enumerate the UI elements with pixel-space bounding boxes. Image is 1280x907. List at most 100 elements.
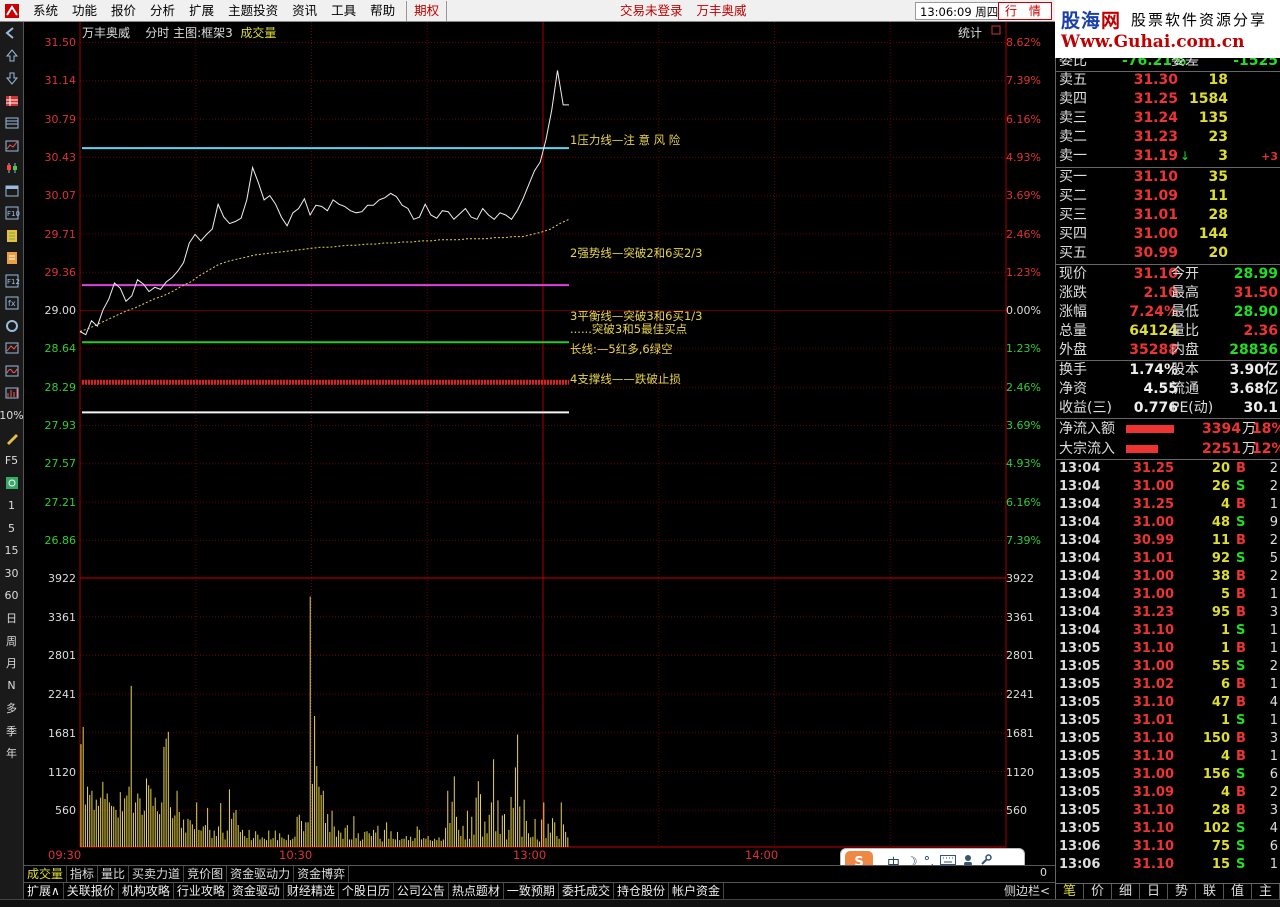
left-label-2[interactable]: 1: [0, 495, 23, 518]
left-label-4[interactable]: 15: [0, 540, 23, 563]
app-logo-icon[interactable]: [2, 1, 22, 21]
extension-tab[interactable]: 公司公告: [394, 883, 449, 899]
menu-futures[interactable]: 期权: [406, 0, 448, 21]
panel-tab[interactable]: 细: [1112, 884, 1140, 899]
panel-tab[interactable]: 主: [1252, 884, 1280, 899]
extension-tab[interactable]: 个股日历: [339, 883, 394, 899]
volume-tick-label: 2241: [48, 688, 76, 702]
price-tick-label: 31.50: [44, 36, 77, 49]
menu-extend[interactable]: 扩展: [182, 1, 221, 21]
left-label-11[interactable]: 多: [0, 697, 23, 720]
tick-row: 13:05 31.00 156 S 6: [1059, 767, 1278, 782]
extension-tab[interactable]: 热点题材: [449, 883, 504, 899]
pct-tick-label: 3.69%: [1006, 189, 1041, 203]
bid-row: 买一 31.10 35: [1059, 169, 1228, 185]
indicator-tab[interactable]: 量比: [98, 866, 130, 883]
indicator-tab[interactable]: 指标: [67, 866, 99, 883]
panel-tab[interactable]: 笔: [1056, 884, 1084, 899]
indicator-tab[interactable]: 资金博弈: [294, 866, 350, 883]
left-label-8[interactable]: 周: [0, 630, 23, 653]
quote-button[interactable]: 行 情: [998, 2, 1052, 20]
stat-row: 现价 31.10 今开 28.99: [1059, 266, 1278, 282]
volume-tick-label: 1120: [48, 765, 76, 779]
pencil-icon[interactable]: [0, 427, 23, 450]
ask-row: 卖四 31.25 1584: [1059, 91, 1228, 107]
menu-theme-invest[interactable]: 主题投资: [221, 1, 285, 21]
indicator-tab[interactable]: 买卖力道: [129, 866, 185, 883]
circle-icon[interactable]: [0, 315, 23, 338]
extension-tab[interactable]: 扩展∧: [24, 883, 64, 899]
extension-tab[interactable]: 资金驱动: [229, 883, 284, 899]
panel-tab[interactable]: 联: [1196, 884, 1224, 899]
f12-icon[interactable]: F12: [0, 270, 23, 293]
back-icon[interactable]: [0, 22, 23, 45]
panel-tab[interactable]: 值: [1224, 884, 1252, 899]
panel-tab[interactable]: 势: [1168, 884, 1196, 899]
svg-text:fx: fx: [8, 299, 16, 308]
bid-row: 买五 30.99 20: [1059, 245, 1228, 261]
book-icon[interactable]: [0, 225, 23, 248]
chart-mode[interactable]: 分时 主图:框架3: [145, 26, 233, 40]
extension-tab[interactable]: 财经精选: [284, 883, 339, 899]
menu-news[interactable]: 资讯: [285, 1, 324, 21]
price-tick-label: 26.86: [44, 533, 77, 547]
extension-tab[interactable]: 帐户资金: [669, 883, 724, 899]
intraday-chart[interactable]: [24, 22, 1055, 865]
left-label-5[interactable]: 30: [0, 562, 23, 585]
extension-tab[interactable]: 机构攻略: [119, 883, 174, 899]
volume-tick-label: 2801: [48, 649, 76, 663]
left-label-9[interactable]: 月: [0, 652, 23, 675]
left-label-13[interactable]: 年: [0, 742, 23, 765]
tick-row: 13:05 31.01 1 S 1: [1059, 713, 1278, 728]
chart-icon[interactable]: [0, 135, 23, 158]
menu-analysis[interactable]: 分析: [143, 1, 182, 21]
stat-button[interactable]: 统计: [958, 24, 982, 41]
window-icon[interactable]: [0, 180, 23, 203]
bar-icon[interactable]: [0, 382, 23, 405]
ask-row: 卖三 31.24 135: [1059, 110, 1228, 126]
price-tick-label: 31.14: [44, 74, 77, 88]
left-label-3[interactable]: 5: [0, 517, 23, 540]
trend-icon[interactable]: [0, 337, 23, 360]
indicator-tab[interactable]: 成交量: [24, 866, 68, 883]
menu-tools[interactable]: 工具: [324, 1, 363, 21]
pct-tick-label: 6.16%: [1006, 112, 1041, 126]
left-label-10[interactable]: N: [0, 675, 23, 698]
note-icon[interactable]: [0, 247, 23, 270]
panel-tab[interactable]: 价: [1084, 884, 1112, 899]
extension-tab[interactable]: 关联报价: [64, 883, 119, 899]
candle-icon[interactable]: [0, 157, 23, 180]
refresh-icon[interactable]: [0, 472, 23, 495]
menu-system[interactable]: 系统: [26, 1, 65, 21]
grid-icon[interactable]: [0, 90, 23, 113]
f10-icon[interactable]: F10: [0, 202, 23, 225]
table-icon[interactable]: [0, 112, 23, 135]
up-icon[interactable]: [0, 45, 23, 68]
indicator-tab[interactable]: 竞价图: [184, 866, 228, 883]
volume-tick-label-right: 1681: [1006, 726, 1034, 740]
menu-help[interactable]: 帮助: [363, 1, 402, 21]
tick-row: 13:05 31.02 6 B 1: [1059, 677, 1278, 692]
ask-row: 卖五 31.30 18: [1059, 72, 1228, 88]
tick-row: 13:05 31.09 4 B 2: [1059, 785, 1278, 800]
extension-tab[interactable]: 委托成交: [559, 883, 614, 899]
menu-quote[interactable]: 报价: [104, 1, 143, 21]
down-icon[interactable]: [0, 67, 23, 90]
wave-icon[interactable]: [0, 360, 23, 383]
flow-bar: [1126, 445, 1158, 453]
extension-tab[interactable]: 持仓股份: [614, 883, 669, 899]
login-status[interactable]: 交易未登录: [620, 3, 683, 18]
sidebar-toggle[interactable]: 侧边栏<: [1004, 883, 1050, 899]
menu-function[interactable]: 功能: [65, 1, 104, 21]
capital-flow-row: 大宗流入2251万12%: [1059, 441, 1280, 457]
left-label-10pct[interactable]: 10%: [0, 405, 24, 428]
extension-tab[interactable]: 一致预期: [504, 883, 559, 899]
indicator-tab[interactable]: 资金驱动力: [227, 866, 295, 883]
formula-icon[interactable]: fx: [0, 292, 23, 315]
left-label-6[interactable]: 60: [0, 585, 23, 608]
left-label-12[interactable]: 季: [0, 720, 23, 743]
left-label-7[interactable]: 日: [0, 607, 23, 630]
panel-tab[interactable]: 日: [1140, 884, 1168, 899]
left-label-1[interactable]: F5: [0, 450, 23, 473]
extension-tab[interactable]: 行业攻略: [174, 883, 229, 899]
